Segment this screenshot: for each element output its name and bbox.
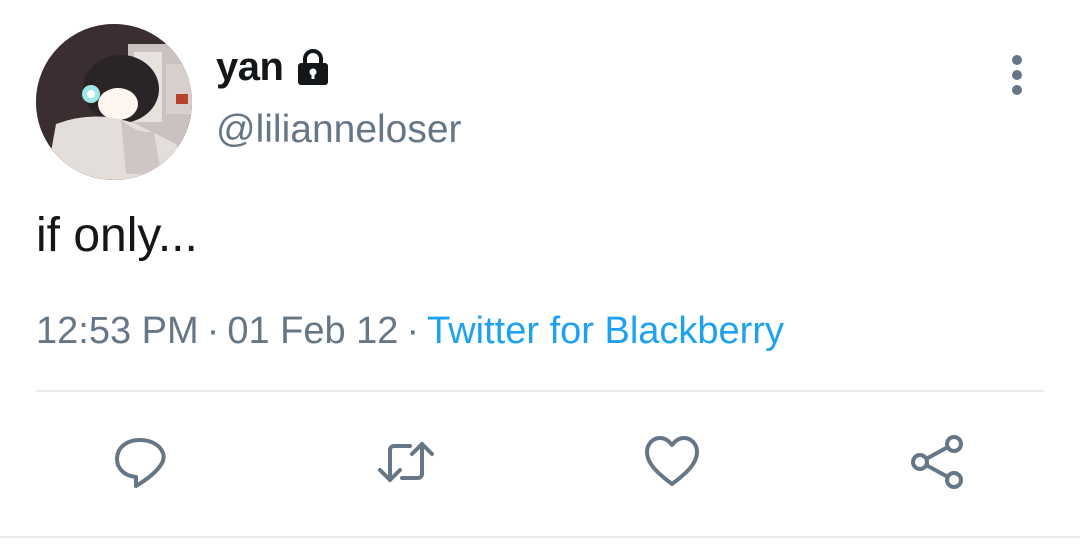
tweet-text: if only... <box>36 209 198 262</box>
author-display-name[interactable]: yan <box>216 45 284 90</box>
heart-icon <box>645 436 699 486</box>
author-handle[interactable]: @lilianneloser <box>216 108 462 152</box>
tweet-source-link[interactable]: Twitter for Blackberry <box>427 310 784 352</box>
retweet-button[interactable] <box>374 430 438 494</box>
author-name-row: yan <box>216 42 333 92</box>
separator-dot: · <box>406 310 420 352</box>
divider <box>0 536 1080 538</box>
like-button[interactable] <box>640 430 704 494</box>
tweet-metadata: 12:53 PM · 01 Feb 12 · Twitter for Blackberr… <box>36 310 784 353</box>
tweet-date[interactable]: 01 Feb 12 <box>227 310 398 352</box>
share-icon <box>911 435 963 489</box>
share-button[interactable] <box>906 430 970 494</box>
tweet-card: yan @lilianneloser if only... 12:53 PM · 0… <box>0 0 1080 555</box>
retweet-icon <box>378 442 434 482</box>
reply-icon <box>115 438 166 488</box>
avatar[interactable] <box>36 24 192 180</box>
reply-button[interactable] <box>108 430 172 494</box>
more-vertical-icon[interactable] <box>1000 52 1034 98</box>
divider <box>36 390 1044 392</box>
separator-dot: · <box>206 310 220 352</box>
avatar-photo <box>36 24 192 180</box>
lock-icon <box>293 47 333 87</box>
tweet-time[interactable]: 12:53 PM <box>36 310 199 352</box>
